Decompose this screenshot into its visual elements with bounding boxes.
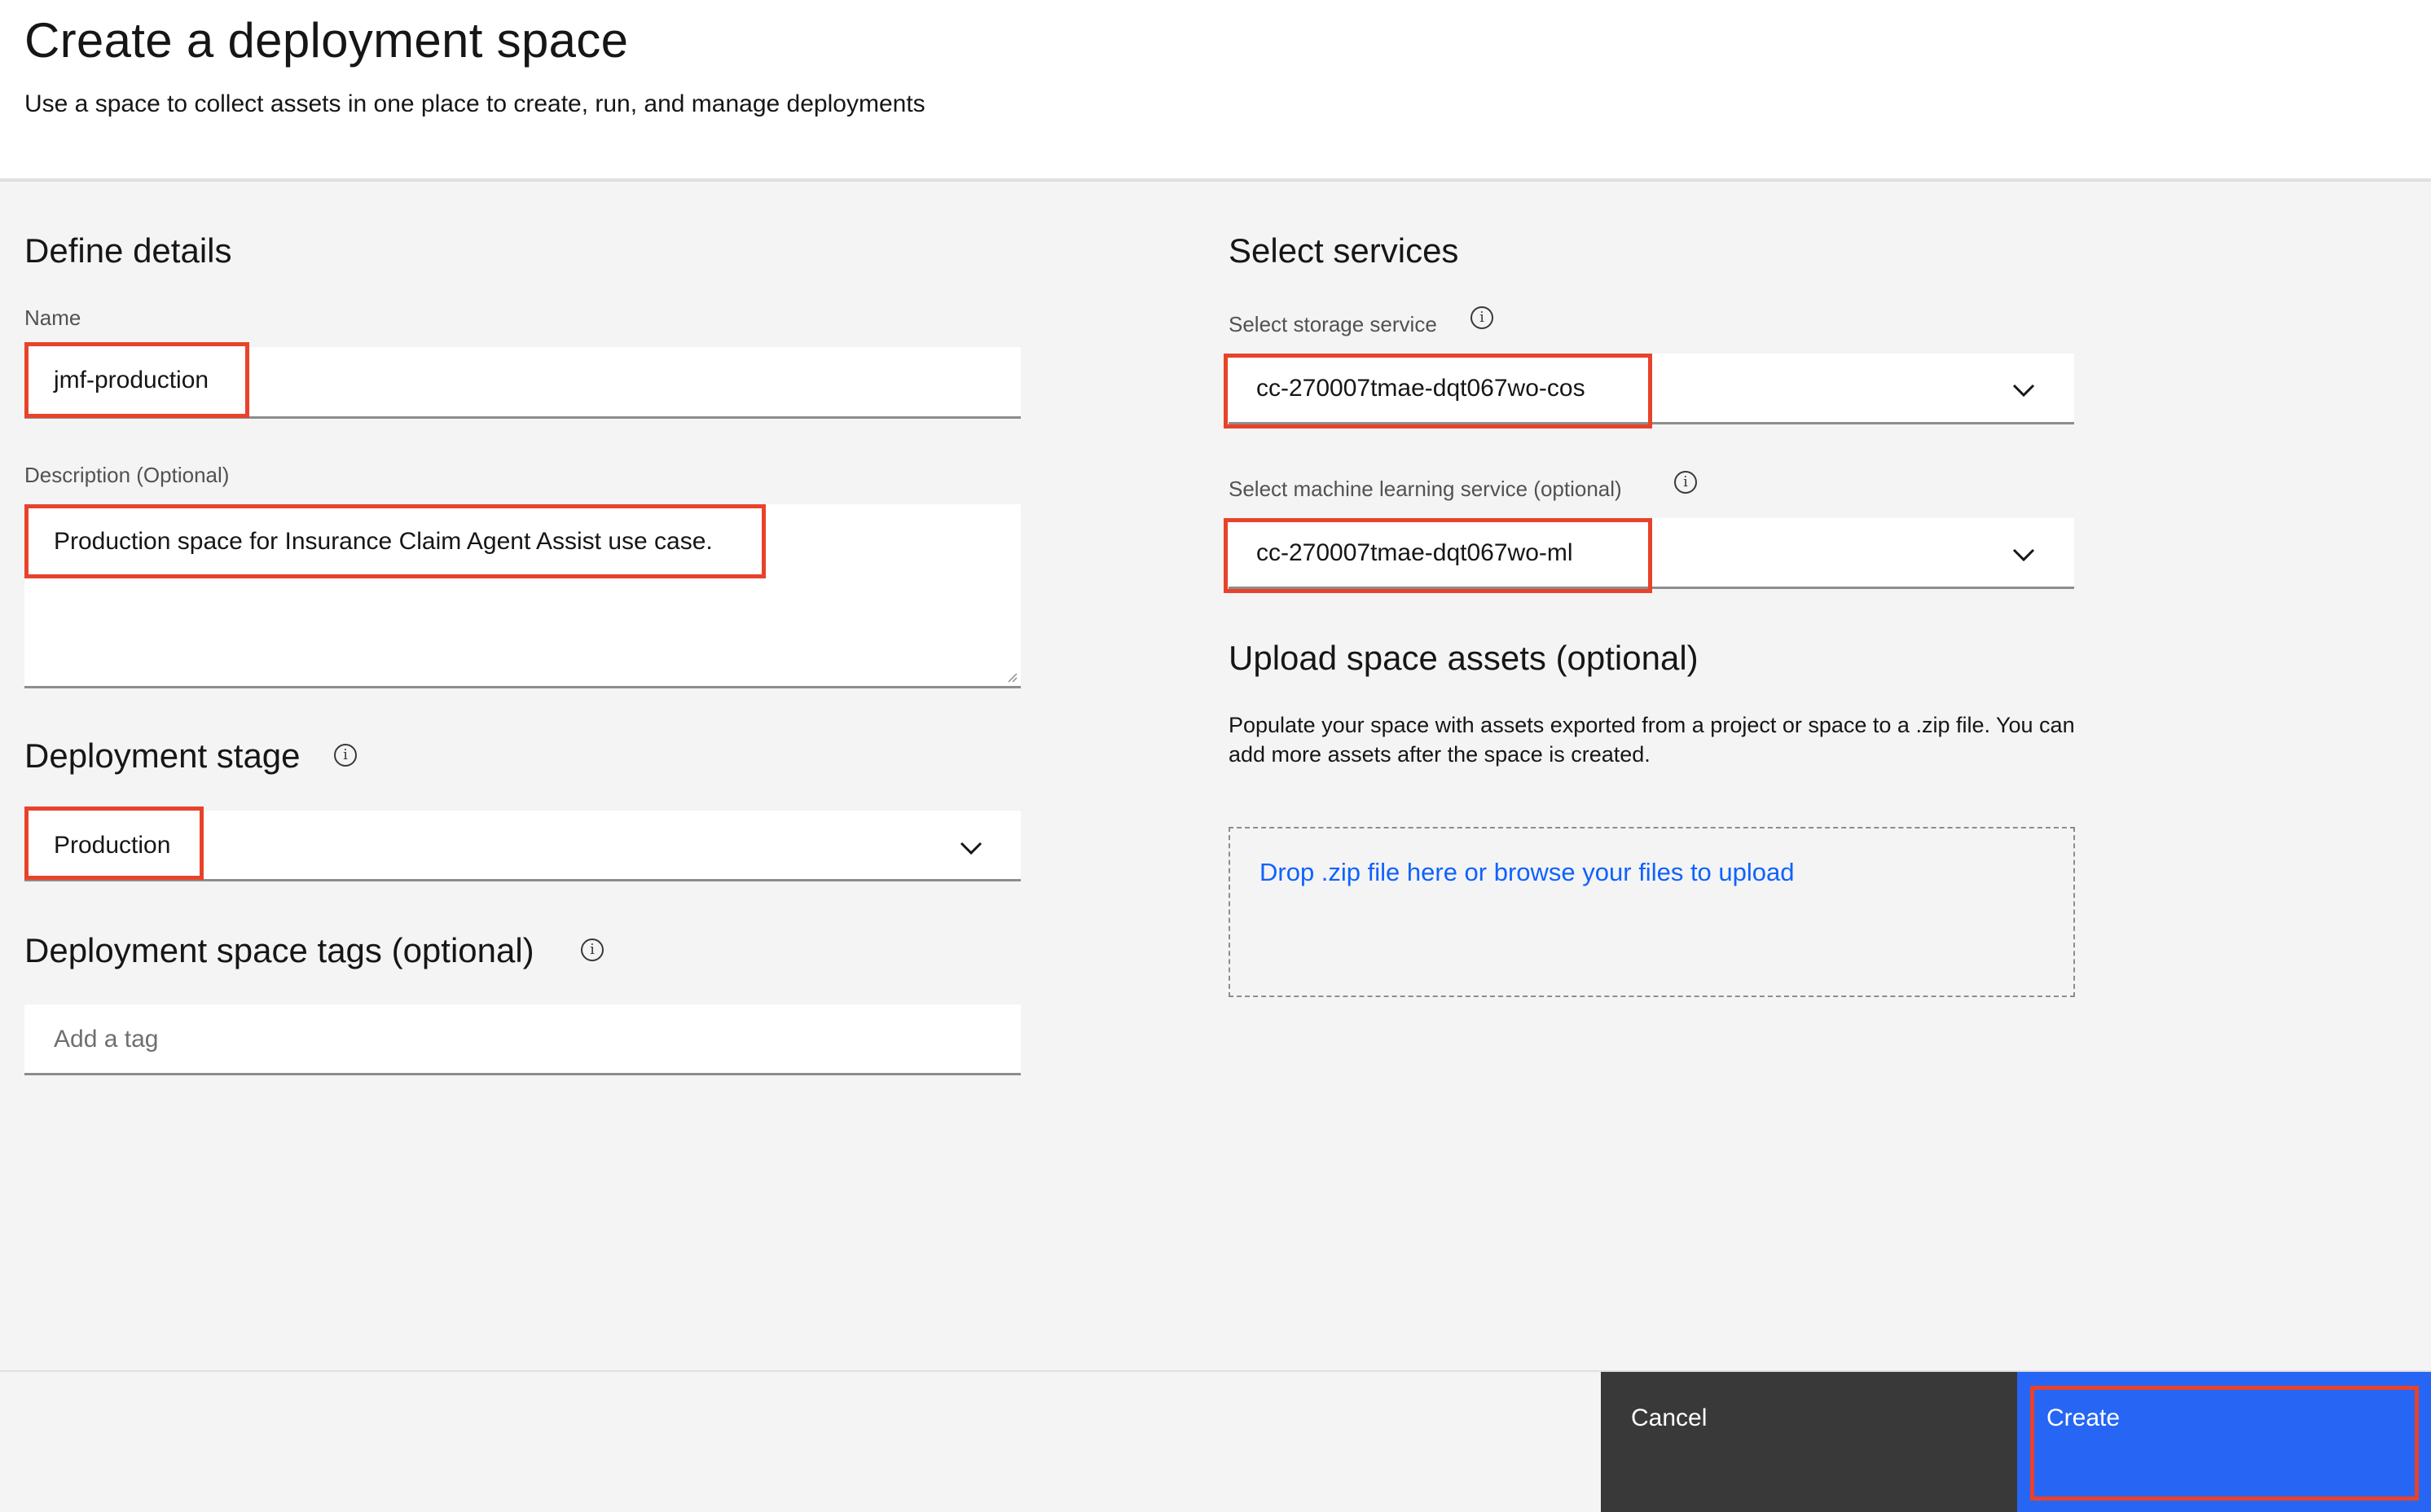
page-title: Create a deployment space <box>24 13 629 68</box>
define-details-heading: Define details <box>24 231 232 270</box>
ml-service-value: cc-270007tmae-dqt067wo-ml <box>1256 539 1573 566</box>
deployment-stage-heading: Deployment stage <box>24 736 301 775</box>
upload-heading: Upload space assets (optional) <box>1229 639 1699 677</box>
storage-service-select[interactable]: cc-270007tmae-dqt067wo-cos <box>1229 354 2074 424</box>
name-input[interactable]: jmf-production <box>24 347 1021 419</box>
name-label: Name <box>24 305 81 330</box>
ml-service-select[interactable]: cc-270007tmae-dqt067wo-ml <box>1229 518 2074 589</box>
storage-service-value: cc-270007tmae-dqt067wo-cos <box>1256 375 1585 402</box>
resize-handle-icon[interactable] <box>1006 671 1018 683</box>
ml-service-label: Select machine learning service (optiona… <box>1229 477 1622 501</box>
upload-description: Populate your space with assets exported… <box>1229 713 2075 767</box>
deployment-stage-select[interactable]: Production <box>24 811 1021 881</box>
browse-files-link[interactable]: Drop .zip file here or browse your files… <box>1259 856 1795 889</box>
chevron-down-icon <box>960 842 983 855</box>
name-input-value: jmf-production <box>54 367 209 393</box>
chevron-down-icon <box>2012 384 2035 398</box>
ml-info-icon[interactable]: i <box>1674 471 1697 494</box>
tags-heading: Deployment space tags (optional) <box>24 931 534 969</box>
tag-input[interactable]: Add a tag <box>24 1004 1021 1075</box>
deployment-stage-value: Production <box>54 832 171 859</box>
cancel-button[interactable]: Cancel <box>1601 1372 2017 1512</box>
description-textarea[interactable]: Production space for Insurance Claim Age… <box>24 504 1021 688</box>
page-header: Create a deployment space Use a space to… <box>0 0 2431 182</box>
page-subtitle: Use a space to collect assets in one pla… <box>24 90 925 117</box>
tag-input-placeholder: Add a tag <box>54 1026 159 1053</box>
chevron-down-icon <box>2012 548 2035 562</box>
storage-info-icon[interactable]: i <box>1470 306 1493 329</box>
description-label: Description (Optional) <box>24 463 230 487</box>
deployment-stage-info-icon[interactable]: i <box>334 744 357 767</box>
storage-service-label: Select storage service <box>1229 312 1437 336</box>
select-services-heading: Select services <box>1229 231 1459 270</box>
create-button[interactable]: Create <box>2017 1372 2431 1512</box>
file-dropzone[interactable]: Drop .zip file here or browse your files… <box>1229 827 2075 997</box>
description-value: Production space for Insurance Claim Age… <box>54 528 713 555</box>
tags-info-icon[interactable]: i <box>581 938 604 961</box>
